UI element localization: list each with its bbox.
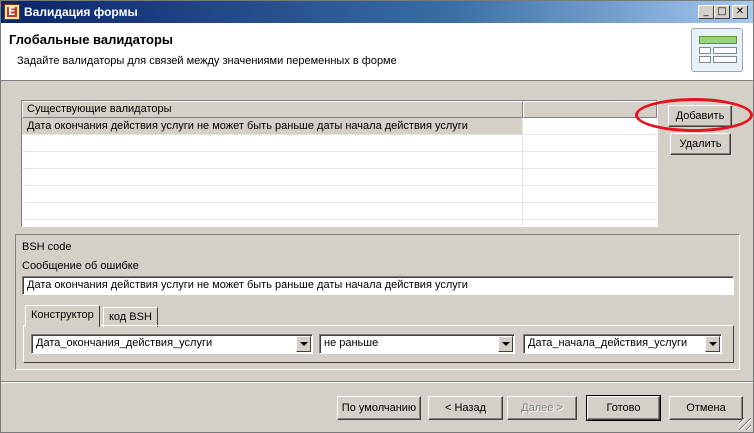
back-button[interactable]: < Назад [428,396,503,420]
table-row[interactable]: Дата окончания действия услуги не может … [22,118,657,135]
table-header: Существующие валидаторы [22,101,657,118]
highlight-circle [635,98,753,132]
chevron-down-icon[interactable] [296,336,311,352]
window-title: Валидация формы [24,5,138,19]
tab-bsh-code[interactable]: код BSH [103,307,158,327]
resize-grip[interactable] [739,418,751,430]
table-row-empty [22,186,657,203]
bsh-code-label: BSH code [22,241,72,253]
operator-value: не раньше [324,337,379,349]
page-subtitle: Задайте валидаторы для связей между знач… [17,55,397,67]
validators-table[interactable]: Существующие валидаторы Дата окончания д… [21,100,658,227]
table-cell: Дата окончания действия услуги не может … [22,118,523,134]
back-button-label: < Назад [445,402,486,414]
cancel-button-label: Отмена [686,402,726,414]
left-variable-select[interactable]: Дата_окончания_действия_услуги [31,334,313,354]
dialog-window: Валидация формы _ □ ✕ Глобальные валидат… [0,0,754,433]
default-button[interactable]: По умолчанию [337,396,421,420]
table-row-empty [22,203,657,220]
minimize-button[interactable]: _ [698,5,714,19]
table-row-empty [22,220,657,226]
cancel-button[interactable]: Отмена [669,396,743,420]
finish-button[interactable]: Готово [586,395,661,421]
column-header-validators[interactable]: Существующие валидаторы [22,101,523,118]
table-row-empty [22,169,657,186]
error-message-label: Сообщение об ошибке [22,260,139,272]
form-icon [691,28,743,72]
left-variable-value: Дата_окончания_действия_услуги [36,337,213,349]
tab-constructor[interactable]: Конструктор [25,305,100,327]
chevron-down-icon[interactable] [498,336,513,352]
delete-button[interactable]: Удалить [670,133,731,155]
finish-button-label: Готово [606,402,641,414]
title-bar[interactable]: Валидация формы _ □ ✕ [1,1,753,23]
footer-divider [1,381,753,383]
delete-button-label: Удалить [679,138,722,150]
table-row-empty [22,135,657,152]
default-button-label: По умолчанию [341,402,417,414]
wizard-header: Глобальные валидаторы Задайте валидаторы… [1,23,753,81]
right-variable-select[interactable]: Дата_начала_действия_услуги [523,334,722,354]
maximize-button[interactable]: □ [714,5,730,19]
operator-select[interactable]: не раньше [319,334,515,354]
right-variable-value: Дата_начала_действия_услуги [528,337,688,349]
close-button[interactable]: ✕ [732,5,748,19]
error-message-input[interactable]: Дата окончания действия услуги не может … [22,276,734,295]
page-title: Глобальные валидаторы [9,32,174,47]
app-icon [4,4,20,20]
next-button[interactable]: Далее > [507,396,577,420]
chevron-down-icon[interactable] [705,336,720,352]
next-button-label: Далее > [521,402,563,414]
table-row-empty [22,152,657,169]
